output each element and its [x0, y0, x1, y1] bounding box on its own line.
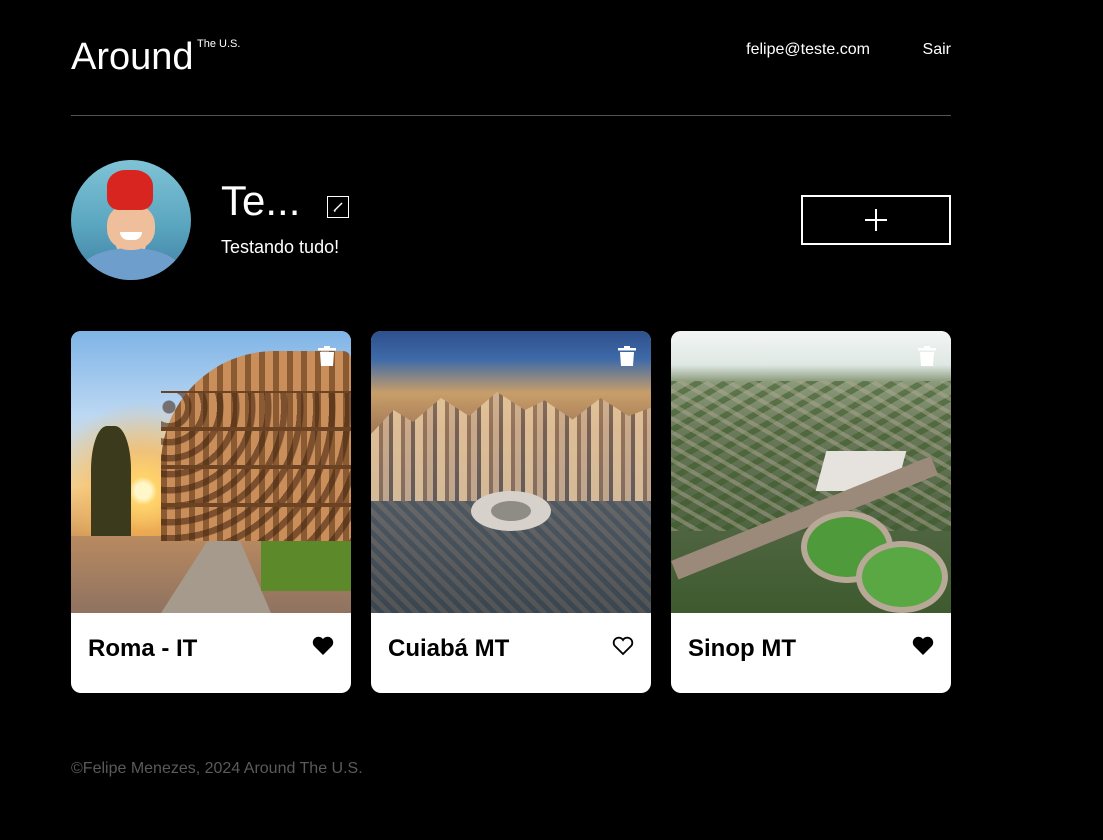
card-image-aerial[interactable]	[671, 331, 951, 613]
image-loop	[856, 541, 948, 613]
avatar-shirt	[79, 248, 183, 280]
delete-card-button[interactable]	[918, 346, 936, 366]
trash-icon	[318, 346, 336, 366]
footer-copyright: ©Felipe Menezes, 2024 Around The U.S.	[71, 760, 363, 777]
image-towers	[371, 392, 651, 506]
card-title: Cuiabá MT	[388, 635, 510, 662]
logo: Around	[71, 36, 194, 78]
card-image-colosseum[interactable]	[71, 331, 351, 613]
like-button[interactable]	[912, 636, 934, 656]
avatar[interactable]	[71, 160, 191, 280]
pencil-icon	[333, 202, 343, 212]
heart-filled-icon	[312, 636, 334, 655]
header: Around The U.S. felipe@teste.com Sair	[71, 0, 951, 116]
profile-name: Te...	[221, 177, 301, 224]
trash-icon	[918, 346, 936, 366]
card-image-city[interactable]	[371, 331, 651, 613]
profile-about: Testando tudo!	[221, 237, 340, 257]
card: Cuiabá MT	[371, 331, 651, 693]
card: Sinop MT	[671, 331, 951, 693]
logout-link[interactable]: Sair	[923, 41, 951, 59]
avatar-face	[107, 204, 155, 250]
plus-icon	[865, 209, 887, 231]
page: Around The U.S. felipe@teste.com Sair Te…	[71, 0, 951, 840]
user-email: felipe@teste.com	[746, 41, 870, 58]
delete-card-button[interactable]	[318, 346, 336, 366]
delete-card-button[interactable]	[618, 346, 636, 366]
image-arena-roof	[491, 501, 531, 521]
trash-icon	[618, 346, 636, 366]
edit-profile-button[interactable]	[327, 196, 349, 218]
cards-grid: Roma - IT Cuiabá MT Sinop MT	[71, 331, 951, 693]
image-arches	[161, 391, 351, 541]
card-title: Roma - IT	[88, 635, 198, 662]
like-button[interactable]	[612, 636, 634, 656]
card: Roma - IT	[71, 331, 351, 693]
avatar-hat	[107, 170, 153, 210]
card-title: Sinop MT	[688, 635, 796, 662]
heart-outline-icon	[612, 636, 634, 656]
add-place-button[interactable]	[801, 195, 951, 245]
image-grass	[261, 541, 351, 591]
like-button[interactable]	[312, 636, 334, 656]
heart-filled-icon	[912, 636, 934, 655]
image-trees	[91, 426, 131, 536]
logo-superscript: The U.S.	[197, 38, 241, 50]
